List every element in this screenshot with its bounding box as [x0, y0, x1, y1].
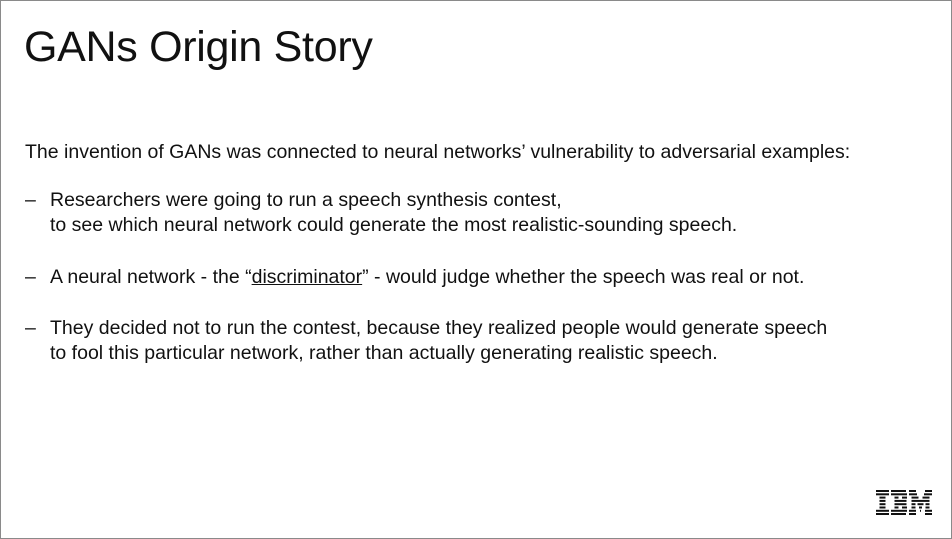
- bullet-prefix: A neural network - the “: [50, 266, 252, 288]
- bullet-text: A neural network - the “discriminator” -…: [50, 265, 935, 290]
- bullet-item-discriminator: – A neural network - the “discriminator”…: [25, 265, 935, 290]
- bullet-suffix: ” - would judge whether the speech was r…: [362, 266, 805, 288]
- slide-title: GANs Origin Story: [24, 23, 373, 71]
- bullet-text: Researchers were going to run a speech s…: [50, 188, 935, 238]
- bullet-line: Researchers were going to run a speech s…: [50, 189, 562, 211]
- discriminator-term: discriminator: [251, 266, 363, 288]
- bullet-line: to see which neural network could genera…: [50, 214, 738, 236]
- bullet-dash: –: [25, 189, 36, 211]
- ibm-logo-icon: [876, 490, 932, 515]
- bullet-text: They decided not to run the contest, bec…: [50, 316, 935, 366]
- bullet-line: to fool this particular network, rather …: [50, 342, 718, 364]
- bullet-line: They decided not to run the contest, bec…: [50, 317, 828, 339]
- slide: GANs Origin Story The invention of GANs …: [0, 0, 952, 539]
- bullet-item-contest: – Researchers were going to run a speech…: [25, 188, 935, 238]
- bullet-dash: –: [25, 266, 36, 288]
- bullet-dash: –: [25, 317, 36, 339]
- bullet-item-decision: – They decided not to run the contest, b…: [25, 316, 935, 366]
- intro-text: The invention of GANs was connected to n…: [25, 141, 851, 163]
